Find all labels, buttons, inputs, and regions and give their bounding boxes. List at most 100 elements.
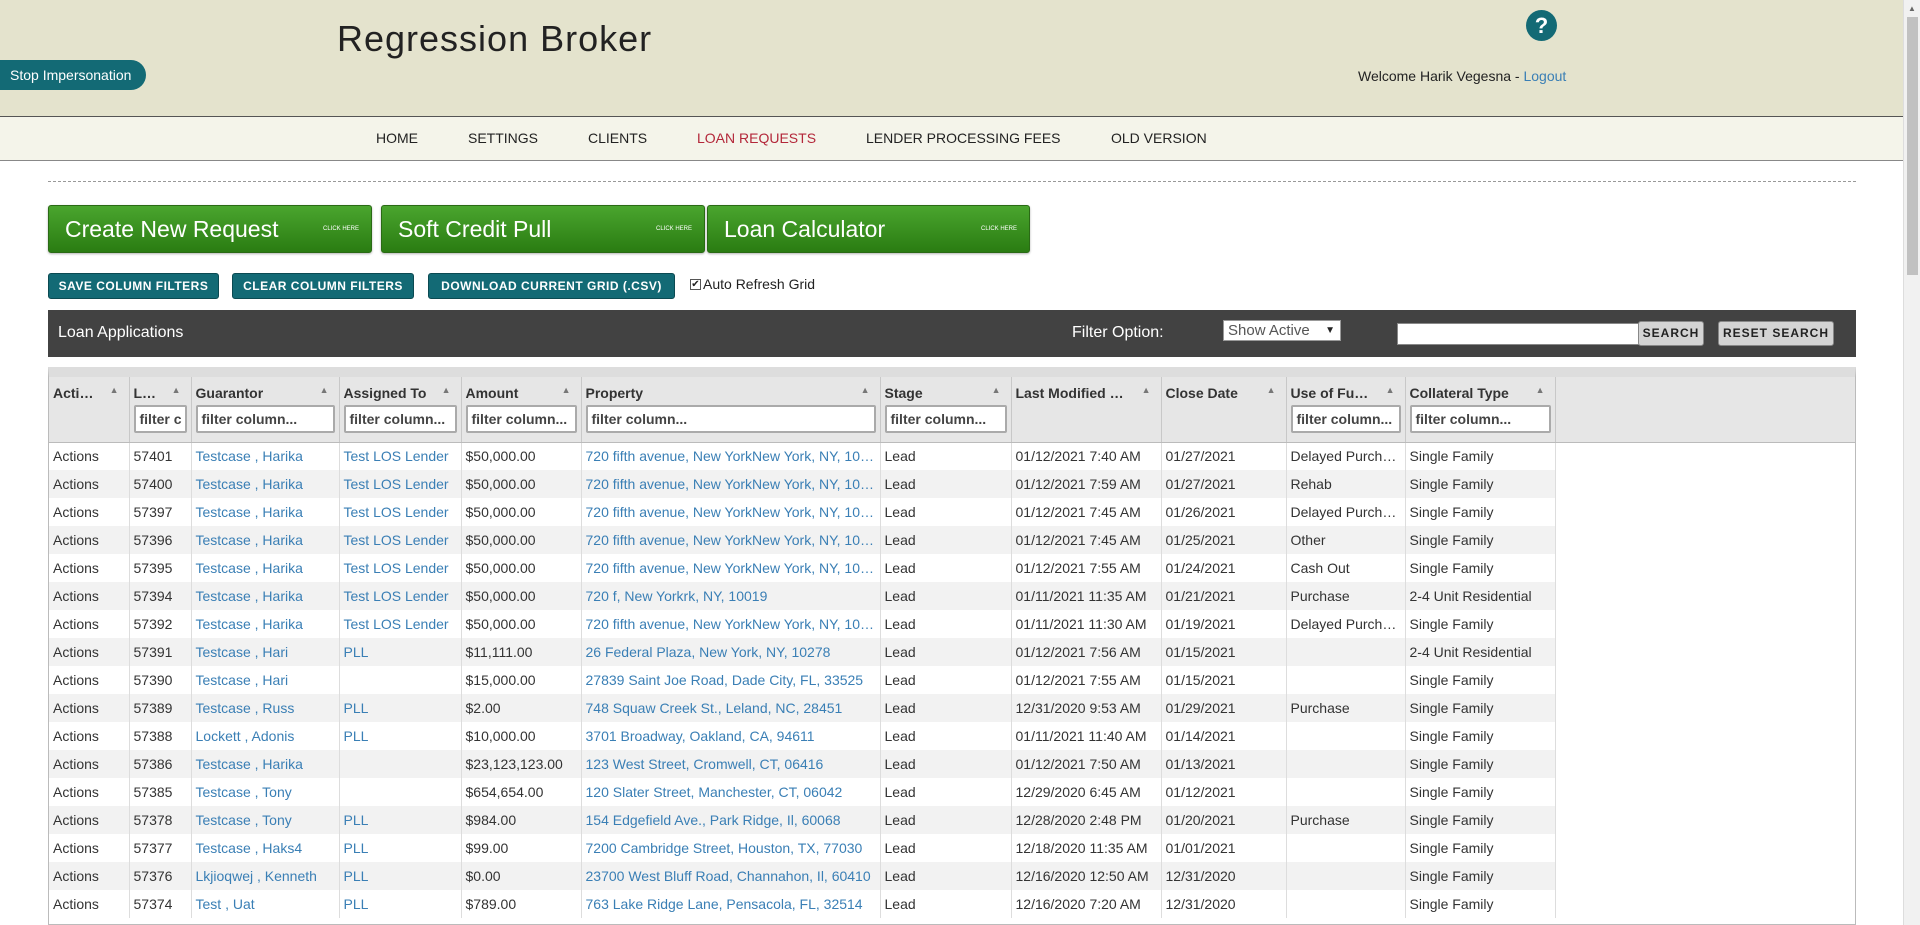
column-filter-input[interactable]: filter column... bbox=[884, 405, 1007, 433]
cell-assigned-to[interactable]: PLL bbox=[339, 862, 462, 890]
scroll-thumb[interactable] bbox=[1907, 17, 1918, 275]
nav-home[interactable]: HOME bbox=[376, 130, 418, 146]
column-filter-input[interactable]: filter column... bbox=[343, 405, 457, 433]
table-row[interactable]: Actions 57392 Testcase , Harika Test LOS Le… bbox=[49, 610, 1855, 638]
cell-actions[interactable]: Actions bbox=[49, 498, 130, 526]
cell-guarantor[interactable]: Lockett , Adonis bbox=[191, 722, 340, 750]
table-row[interactable]: Actions 57401 Testcase , Harika Test LOS Le… bbox=[49, 442, 1855, 470]
cell-actions[interactable]: Actions bbox=[49, 750, 130, 778]
column-header-loan-id[interactable]: L… ▲ filter c bbox=[129, 377, 192, 443]
table-row[interactable]: Actions 57388 Lockett , Adonis PLL $10,000.0… bbox=[49, 722, 1855, 750]
nav-clients[interactable]: CLIENTS bbox=[588, 130, 647, 146]
cell-guarantor[interactable]: Testcase , Harika bbox=[191, 442, 340, 470]
table-row[interactable]: Actions 57385 Testcase , Tony $654,654.00 12… bbox=[49, 778, 1855, 806]
column-filter-input[interactable]: filter column... bbox=[585, 405, 876, 433]
cell-assigned-to[interactable]: PLL bbox=[339, 890, 462, 918]
cell-property[interactable]: 763 Lake Ridge Lane, Pensacola, FL, 3251… bbox=[581, 890, 881, 918]
save-column-filters-button[interactable]: SAVE COLUMN FILTERS bbox=[48, 273, 219, 299]
cell-guarantor[interactable]: Testcase , Harika bbox=[191, 498, 340, 526]
table-row[interactable]: Actions 57376 Lkjioqwej , Kenneth PLL $0.00 2… bbox=[49, 862, 1855, 890]
cell-guarantor[interactable]: Testcase , Tony bbox=[191, 806, 340, 834]
table-row[interactable]: Actions 57397 Testcase , Harika Test LOS Le… bbox=[49, 498, 1855, 526]
cell-actions[interactable]: Actions bbox=[49, 666, 130, 694]
table-row[interactable]: Actions 57374 Test , Uat PLL $789.00 763 Lake… bbox=[49, 890, 1855, 918]
help-icon[interactable]: ? bbox=[1526, 10, 1557, 41]
cell-property[interactable]: 720 fifth avenue, New YorkNew York, NY, … bbox=[581, 470, 881, 498]
cell-actions[interactable]: Actions bbox=[49, 890, 130, 918]
sort-icon[interactable]: ▲ bbox=[1267, 385, 1276, 395]
column-header-collateral-type[interactable]: Collateral Type ▲ filter column... bbox=[1405, 377, 1556, 443]
cell-actions[interactable]: Actions bbox=[49, 638, 130, 666]
sort-icon[interactable]: ▲ bbox=[1536, 385, 1545, 395]
sort-icon[interactable]: ▲ bbox=[562, 385, 571, 395]
column-header-last-modified[interactable]: Last Modified … ▲ bbox=[1011, 377, 1162, 443]
loan-calculator-button[interactable]: Loan Calculator CLICK HERE bbox=[707, 205, 1030, 253]
cell-guarantor[interactable]: Testcase , Tony bbox=[191, 778, 340, 806]
column-header-property[interactable]: Property ▲ filter column... bbox=[581, 377, 881, 443]
table-row[interactable]: Actions 57390 Testcase , Hari $15,000.00 278… bbox=[49, 666, 1855, 694]
sort-icon[interactable]: ▲ bbox=[992, 385, 1001, 395]
cell-assigned-to[interactable]: Test LOS Lender bbox=[339, 442, 462, 470]
cell-guarantor[interactable]: Testcase , Russ bbox=[191, 694, 340, 722]
cell-guarantor[interactable]: Test , Uat bbox=[191, 890, 340, 918]
cell-guarantor[interactable]: Lkjioqwej , Kenneth bbox=[191, 862, 340, 890]
nav-old-version[interactable]: OLD VERSION bbox=[1111, 130, 1207, 146]
column-filter-input[interactable]: filter column... bbox=[195, 405, 335, 433]
sort-icon[interactable]: ▲ bbox=[110, 385, 119, 395]
sort-icon[interactable]: ▲ bbox=[172, 385, 181, 395]
logout-link[interactable]: Logout bbox=[1523, 68, 1566, 84]
cell-actions[interactable]: Actions bbox=[49, 806, 130, 834]
table-row[interactable]: Actions 57389 Testcase , Russ PLL $2.00 748 S… bbox=[49, 694, 1855, 722]
cell-property[interactable]: 720 fifth avenue, New YorkNew York, NY, … bbox=[581, 554, 881, 582]
column-header-stage[interactable]: Stage ▲ filter column... bbox=[880, 377, 1012, 443]
sort-icon[interactable]: ▲ bbox=[1386, 385, 1395, 395]
clear-column-filters-button[interactable]: CLEAR COLUMN FILTERS bbox=[232, 273, 414, 299]
table-row[interactable]: Actions 57377 Testcase , Haks4 PLL $99.00 720… bbox=[49, 834, 1855, 862]
cell-actions[interactable]: Actions bbox=[49, 470, 130, 498]
cell-guarantor[interactable]: Testcase , Harika bbox=[191, 554, 340, 582]
create-new-request-button[interactable]: Create New Request CLICK HERE bbox=[48, 205, 372, 253]
cell-actions[interactable]: Actions bbox=[49, 722, 130, 750]
cell-guarantor[interactable]: Testcase , Hari bbox=[191, 666, 340, 694]
cell-assigned-to[interactable]: Test LOS Lender bbox=[339, 582, 462, 610]
table-row[interactable]: Actions 57396 Testcase , Harika Test LOS Le… bbox=[49, 526, 1855, 554]
cell-property[interactable]: 27839 Saint Joe Road, Dade City, FL, 335… bbox=[581, 666, 881, 694]
sort-icon[interactable]: ▲ bbox=[1142, 385, 1151, 395]
cell-actions[interactable]: Actions bbox=[49, 442, 130, 470]
cell-property[interactable]: 23700 West Bluff Road, Channahon, Il, 60… bbox=[581, 862, 881, 890]
column-header-assigned-to[interactable]: Assigned To ▲ filter column... bbox=[339, 377, 462, 443]
column-filter-input[interactable]: filter column... bbox=[1290, 405, 1401, 433]
cell-assigned-to[interactable]: PLL bbox=[339, 722, 462, 750]
cell-guarantor[interactable]: Testcase , Harika bbox=[191, 470, 340, 498]
nav-lender-processing-fees[interactable]: LENDER PROCESSING FEES bbox=[866, 130, 1061, 146]
cell-assigned-to[interactable]: PLL bbox=[339, 638, 462, 666]
scroll-up-icon[interactable]: ▲ bbox=[1908, 4, 1916, 13]
column-header-actions[interactable]: Acti… ▲ bbox=[49, 377, 130, 443]
column-header-use-of-funds[interactable]: Use of Fu… ▲ filter column... bbox=[1286, 377, 1406, 443]
table-row[interactable]: Actions 57378 Testcase , Tony PLL $984.00 154… bbox=[49, 806, 1855, 834]
cell-assigned-to[interactable]: Test LOS Lender bbox=[339, 554, 462, 582]
cell-actions[interactable]: Actions bbox=[49, 834, 130, 862]
cell-assigned-to[interactable]: Test LOS Lender bbox=[339, 526, 462, 554]
download-csv-button[interactable]: DOWNLOAD CURRENT GRID (.CSV) bbox=[428, 273, 675, 299]
page-scrollbar[interactable]: ▲ bbox=[1903, 0, 1920, 925]
cell-actions[interactable]: Actions bbox=[49, 610, 130, 638]
cell-assigned-to[interactable]: Test LOS Lender bbox=[339, 470, 462, 498]
cell-assigned-to[interactable]: PLL bbox=[339, 834, 462, 862]
cell-property[interactable]: 123 West Street, Cromwell, CT, 06416 bbox=[581, 750, 881, 778]
cell-property[interactable]: 720 fifth avenue, New YorkNew York, NY, … bbox=[581, 526, 881, 554]
cell-property[interactable]: 120 Slater Street, Manchester, CT, 06042 bbox=[581, 778, 881, 806]
search-button[interactable]: SEARCH bbox=[1638, 321, 1704, 346]
sort-icon[interactable]: ▲ bbox=[320, 385, 329, 395]
cell-assigned-to[interactable]: PLL bbox=[339, 806, 462, 834]
table-row[interactable]: Actions 57395 Testcase , Harika Test LOS Le… bbox=[49, 554, 1855, 582]
stop-impersonation-button[interactable]: Stop Impersonation bbox=[0, 60, 146, 90]
cell-property[interactable]: 154 Edgefield Ave., Park Ridge, Il, 6006… bbox=[581, 806, 881, 834]
cell-assigned-to[interactable]: Test LOS Lender bbox=[339, 610, 462, 638]
column-filter-input[interactable]: filter column... bbox=[465, 405, 577, 433]
column-header-close-date[interactable]: Close Date ▲ bbox=[1161, 377, 1287, 443]
cell-property[interactable]: 720 fifth avenue, New YorkNew York, NY, … bbox=[581, 610, 881, 638]
cell-guarantor[interactable]: Testcase , Harika bbox=[191, 750, 340, 778]
cell-actions[interactable]: Actions bbox=[49, 554, 130, 582]
table-row[interactable]: Actions 57391 Testcase , Hari PLL $11,111.00… bbox=[49, 638, 1855, 666]
